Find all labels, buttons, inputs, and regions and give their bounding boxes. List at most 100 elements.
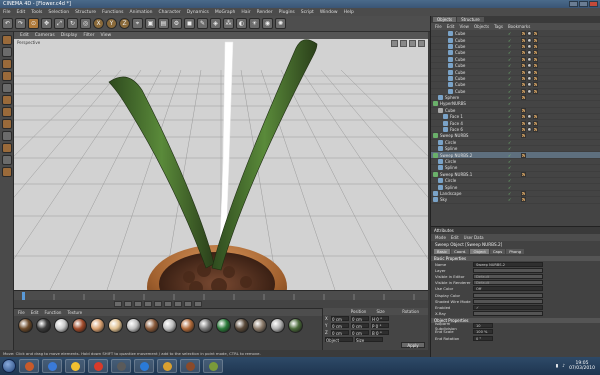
material-menu-function[interactable]: Function — [44, 310, 61, 315]
tab-basic[interactable]: Basic — [434, 249, 451, 254]
light-icon[interactable]: ✺ — [275, 18, 286, 29]
cube-icon[interactable]: ◼ — [184, 18, 195, 29]
material-tag-icon[interactable] — [533, 50, 538, 56]
objects-menu-file[interactable]: File — [435, 24, 442, 29]
attributes-menu-edit[interactable]: Edit — [451, 235, 459, 240]
menu-hair[interactable]: Hair — [241, 10, 250, 15]
go-to-start-icon[interactable] — [114, 301, 122, 307]
menu-render[interactable]: Render — [257, 10, 273, 15]
go-to-end-icon[interactable] — [174, 301, 182, 307]
material-tag-icon[interactable] — [527, 120, 532, 126]
material-swatch[interactable] — [144, 318, 159, 333]
objects-menu-bookmarks[interactable]: Bookmarks — [508, 24, 530, 29]
maximize-button[interactable] — [579, 1, 588, 7]
taskbar-app-button[interactable] — [134, 359, 154, 373]
enabled-check-icon[interactable]: ✓ — [508, 31, 511, 36]
enabled-check-icon[interactable]: ✓ — [508, 146, 511, 151]
menu-help[interactable]: Help — [344, 10, 354, 15]
axis-mode-icon[interactable] — [1, 131, 12, 141]
material-tag-icon[interactable] — [521, 43, 526, 49]
menu-animation[interactable]: Animation — [130, 10, 153, 15]
tab-coord[interactable]: Coord. — [451, 249, 470, 254]
size-y-field[interactable]: 0 cm — [351, 323, 369, 329]
material-tag-icon[interactable] — [521, 133, 526, 139]
coord-size-select[interactable]: Size — [355, 337, 383, 343]
viewport-perspective[interactable]: Edit Cameras Display Filter View Perspec… — [14, 32, 428, 290]
enabled-check-icon[interactable]: ✓ — [508, 50, 511, 55]
material-tag-icon[interactable] — [527, 50, 532, 56]
material-tag-icon[interactable] — [533, 43, 538, 49]
workplane-icon[interactable] — [1, 83, 12, 93]
enabled-check-icon[interactable]: ✓ — [508, 121, 511, 126]
taskbar-app-button[interactable] — [19, 359, 39, 373]
attribute-value-field[interactable]: Sweep NURBS.2 — [473, 261, 543, 267]
previous-frame-icon[interactable] — [134, 301, 142, 307]
next-key-icon[interactable] — [164, 301, 172, 307]
enabled-check-icon[interactable]: ✓ — [508, 63, 511, 68]
material-tag-icon[interactable] — [527, 127, 532, 133]
viewport-menu-view[interactable]: View — [100, 33, 111, 38]
material-swatch[interactable] — [72, 318, 87, 333]
previous-key-icon[interactable] — [124, 301, 132, 307]
enabled-check-icon[interactable]: ✓ — [508, 76, 511, 81]
make-editable-icon[interactable] — [1, 35, 12, 45]
viewport-menu-cameras[interactable]: Cameras — [35, 33, 55, 38]
menu-selection[interactable]: Selection — [48, 10, 69, 15]
attribute-value-field[interactable]: 0 ° — [473, 335, 493, 341]
enabled-check-icon[interactable]: ✓ — [508, 153, 511, 158]
object-mode-icon[interactable] — [1, 59, 12, 69]
rotation-h-field[interactable]: H 0 ° — [371, 316, 389, 322]
coordinate-system-icon[interactable]: ⌖ — [132, 18, 143, 29]
material-swatch[interactable] — [54, 318, 69, 333]
position-z-field[interactable]: 0 cm — [331, 330, 349, 336]
material-swatch[interactable] — [234, 318, 249, 333]
coord-mode-select[interactable]: Object — [325, 337, 353, 343]
snap-icon[interactable] — [1, 155, 12, 165]
menu-functions[interactable]: Functions — [102, 10, 124, 15]
material-tag-icon[interactable] — [527, 37, 532, 43]
enabled-check-icon[interactable]: ✓ — [508, 70, 511, 75]
x-axis-icon[interactable]: X — [93, 18, 104, 29]
menu-structure[interactable]: Structure — [75, 10, 96, 15]
material-swatch[interactable] — [18, 318, 33, 333]
record-icon[interactable] — [184, 301, 192, 307]
material-tag-icon[interactable] — [533, 31, 538, 37]
attribute-value-field[interactable]: 10 — [473, 323, 493, 329]
menu-mograph[interactable]: MoGraph — [215, 10, 235, 15]
menu-edit[interactable]: Edit — [17, 10, 26, 15]
viewport-menu-filter[interactable]: Filter — [83, 33, 94, 38]
taskbar-app-button[interactable] — [65, 359, 85, 373]
scale-icon[interactable]: ⤢ — [54, 18, 65, 29]
live-selection-icon[interactable]: ⊙ — [28, 18, 39, 29]
material-swatch[interactable] — [270, 318, 285, 333]
attribute-value-field[interactable] — [473, 267, 543, 273]
pen-icon[interactable]: ✎ — [197, 18, 208, 29]
attribute-value-field[interactable] — [473, 311, 543, 317]
attribute-value-field[interactable] — [473, 292, 543, 298]
material-tag-icon[interactable] — [521, 75, 526, 81]
menu-dynamics[interactable]: Dynamics — [187, 10, 209, 15]
enabled-check-icon[interactable]: ✓ — [508, 101, 511, 106]
taskbar-app-button[interactable] — [88, 359, 108, 373]
material-tag-icon[interactable] — [527, 114, 532, 120]
attributes-menu-user-data[interactable]: User Data — [464, 235, 484, 240]
texture-mode-icon[interactable] — [1, 71, 12, 81]
attribute-value-field[interactable]: Default — [473, 280, 543, 286]
material-menu-file[interactable]: File — [18, 310, 25, 315]
material-tag-icon[interactable] — [527, 75, 532, 81]
material-tag-icon[interactable] — [533, 37, 538, 43]
enabled-check-icon[interactable]: ✓ — [508, 178, 511, 183]
material-tag-icon[interactable] — [521, 37, 526, 43]
taskbar-app-button[interactable] — [111, 359, 131, 373]
viewport-menu-edit[interactable]: Edit — [20, 33, 29, 38]
material-tag-icon[interactable] — [521, 171, 526, 177]
rotation-p-field[interactable]: P 0 ° — [371, 323, 389, 329]
tweak-mode-icon[interactable] — [1, 143, 12, 153]
attribute-value-field[interactable] — [473, 298, 543, 304]
material-menu-texture[interactable]: Texture — [67, 310, 82, 315]
render-picture-viewer-icon[interactable]: ▤ — [158, 18, 169, 29]
enabled-check-icon[interactable]: ✓ — [508, 165, 511, 170]
points-mode-icon[interactable] — [1, 95, 12, 105]
taskbar-app-button[interactable] — [42, 359, 62, 373]
material-tag-icon[interactable] — [533, 69, 538, 75]
